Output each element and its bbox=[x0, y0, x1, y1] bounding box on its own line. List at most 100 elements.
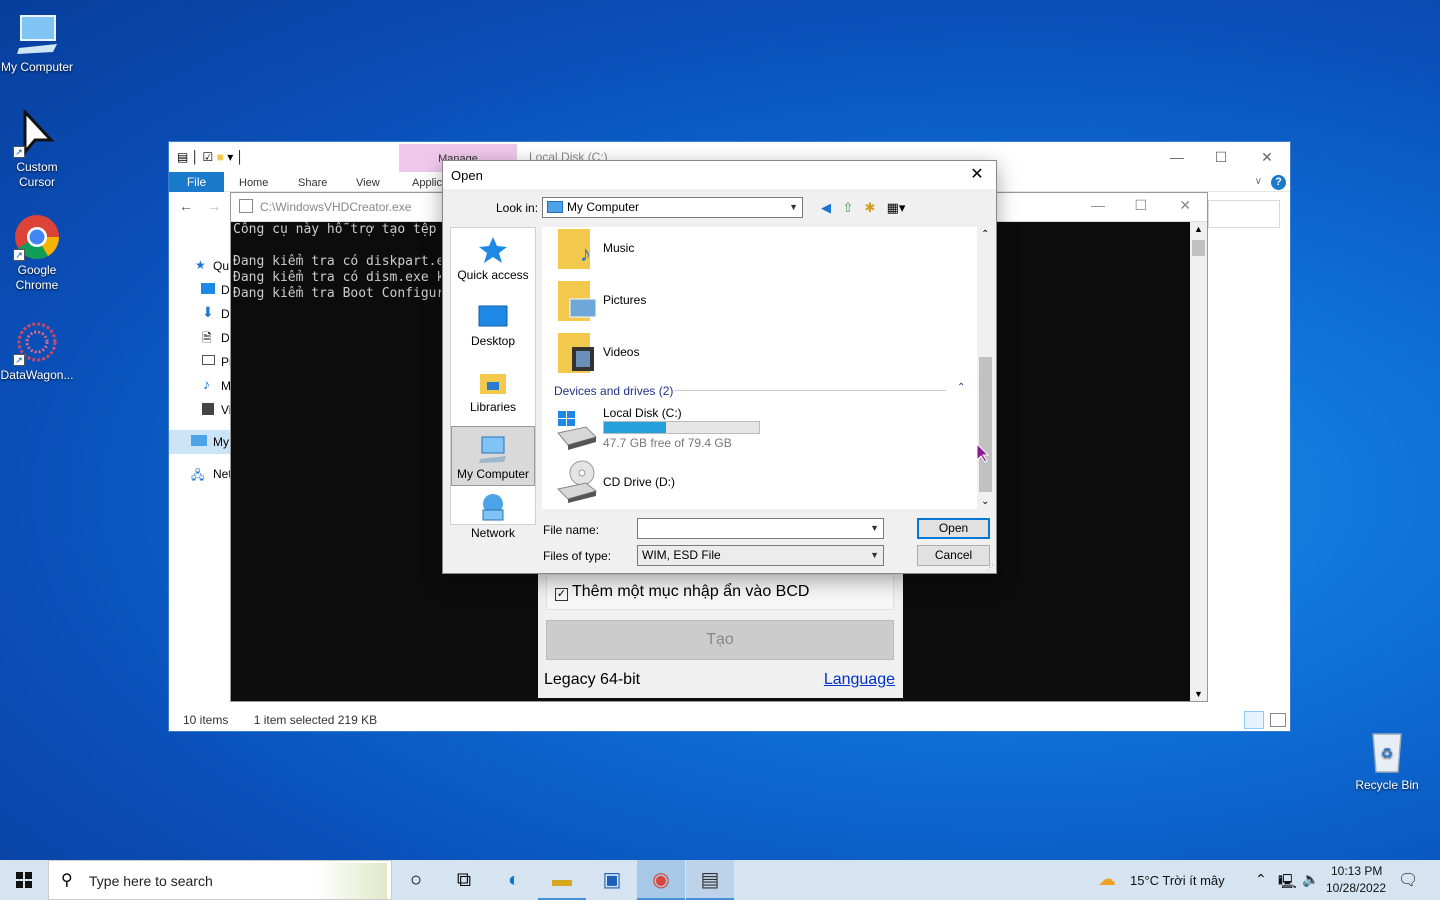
desktop-icon-recycle-bin[interactable]: ♻ Recycle Bin bbox=[1350, 728, 1424, 793]
place-desktop[interactable]: Desktop bbox=[451, 300, 535, 360]
cortana-icon[interactable]: ○ bbox=[392, 860, 440, 900]
file-type-dropdown[interactable]: WIM, ESD File ▼ bbox=[637, 545, 884, 566]
windows-logo-icon bbox=[16, 872, 32, 888]
notification-icon[interactable]: 🗨 bbox=[1398, 870, 1418, 890]
list-item-music[interactable]: ♪ Music bbox=[556, 227, 956, 275]
nav-item-pictures[interactable]: Pi bbox=[169, 350, 232, 374]
search-box[interactable] bbox=[1208, 200, 1280, 228]
desktop-icon-my-computer[interactable]: My Computer bbox=[0, 10, 74, 75]
open-button[interactable]: Open bbox=[917, 518, 990, 539]
nav-item-music[interactable]: ♪ M bbox=[169, 374, 231, 398]
devices-group-header[interactable]: Devices and drives (2) bbox=[554, 384, 673, 398]
cancel-button[interactable]: Cancel bbox=[917, 545, 990, 566]
desktop-icon-google-chrome[interactable]: ↗ Google Chrome bbox=[0, 213, 74, 293]
close-icon[interactable]: ✕ bbox=[1179, 197, 1191, 214]
details-view-icon[interactable] bbox=[1244, 711, 1264, 729]
close-icon[interactable]: ✕ bbox=[1244, 146, 1290, 168]
weather-text[interactable]: 15°C Trời ít mây bbox=[1130, 873, 1225, 888]
task-view-icon[interactable]: ⧉ bbox=[440, 860, 488, 900]
place-libraries[interactable]: Libraries bbox=[451, 366, 535, 426]
place-quick-access[interactable]: Quick access bbox=[451, 234, 535, 294]
scroll-down-icon[interactable]: ⌄ bbox=[981, 496, 989, 507]
chrome-icon[interactable]: ◉ bbox=[637, 860, 685, 900]
file-list-scrollbar[interactable]: ⌃ ⌄ bbox=[977, 227, 994, 509]
music-folder-icon: ♪ bbox=[556, 227, 598, 271]
nav-item-my-computer[interactable]: My bbox=[169, 430, 231, 454]
hidden-bcd-entry-checkbox[interactable]: ✓ Thêm một mục nhập ẩn vào BCD bbox=[546, 574, 894, 610]
desktop-icon-datawagon[interactable]: ↗ DataWagon... bbox=[0, 318, 74, 383]
edge-icon[interactable]: ◐ bbox=[490, 860, 538, 900]
volume-icon[interactable]: 🔈 bbox=[1302, 871, 1319, 888]
store-icon[interactable]: ▣ bbox=[588, 860, 636, 900]
checkbox[interactable]: ✓ bbox=[555, 588, 568, 601]
chevron-up-icon[interactable]: ⌃ bbox=[1255, 871, 1267, 888]
list-item-cd-drive[interactable]: CD Drive (D:) bbox=[556, 459, 956, 507]
taskbar-search[interactable]: ⚲ Type here to search bbox=[48, 860, 392, 900]
scroll-thumb[interactable] bbox=[1192, 240, 1205, 256]
scroll-up-icon[interactable]: ⌃ bbox=[981, 229, 989, 240]
help-icon[interactable]: ? bbox=[1271, 175, 1286, 190]
back-arrow-icon[interactable]: ← bbox=[179, 198, 193, 214]
checkbox-label: Thêm một mục nhập ẩn vào BCD bbox=[572, 583, 810, 600]
nav-item-desktop[interactable]: D bbox=[169, 278, 231, 302]
file-type-label: Files of type: bbox=[543, 549, 612, 563]
back-icon[interactable]: ◀ bbox=[816, 199, 836, 217]
large-icons-view-icon[interactable] bbox=[1270, 713, 1286, 727]
close-icon[interactable]: ✕ bbox=[966, 164, 988, 184]
tab-share[interactable]: Share bbox=[298, 177, 327, 189]
network-status-icon[interactable]: 🖳 bbox=[1278, 871, 1297, 895]
clock-date[interactable]: 10/28/2022 bbox=[1326, 881, 1386, 895]
create-button[interactable]: Tạo bbox=[546, 620, 894, 660]
tab-view[interactable]: View bbox=[356, 177, 380, 189]
look-in-value: My Computer bbox=[567, 200, 640, 214]
file-explorer-icon[interactable]: ▬ bbox=[538, 860, 586, 900]
tab-file[interactable]: File bbox=[169, 172, 224, 192]
computer-icon bbox=[191, 435, 207, 446]
view-menu-icon[interactable]: ▦▾ bbox=[882, 199, 910, 217]
new-folder-icon[interactable]: ✱ bbox=[860, 199, 880, 217]
nav-item-quick-access[interactable]: ★ Qu bbox=[169, 254, 231, 278]
computer-icon bbox=[477, 433, 509, 465]
scroll-up-icon[interactable]: ▲ bbox=[1194, 224, 1203, 234]
up-folder-icon[interactable]: ⇧ bbox=[838, 199, 858, 217]
weather-icon[interactable]: ☁ bbox=[1098, 869, 1116, 890]
recycle-bin-icon: ♻ bbox=[1363, 728, 1411, 776]
disk-usage-bar bbox=[603, 421, 760, 434]
nav-item-downloads[interactable]: ⬇ D bbox=[169, 302, 231, 326]
desktop-icon-label: DataWagon... bbox=[0, 368, 74, 382]
datawagon-icon: ↗ bbox=[13, 318, 61, 366]
nav-item-documents[interactable]: 🗎 D bbox=[169, 326, 231, 350]
quick-access-toolbar-icon[interactable]: ▤ │ ☑ ■ ▾ │ bbox=[177, 150, 244, 164]
maximize-icon[interactable]: ☐ bbox=[1198, 146, 1244, 168]
maximize-icon[interactable]: ☐ bbox=[1134, 197, 1147, 214]
collapse-chevron-icon[interactable]: ⌃ bbox=[957, 382, 965, 393]
file-name-input[interactable]: ▼ bbox=[637, 518, 884, 539]
place-network[interactable]: Network bbox=[451, 492, 535, 552]
libraries-icon bbox=[477, 366, 509, 398]
chevron-down-icon[interactable]: ▼ bbox=[870, 519, 879, 538]
cursor-icon: ↗ bbox=[13, 108, 61, 158]
desktop-icon-custom-cursor[interactable]: ↗ Custom Cursor bbox=[0, 108, 74, 190]
place-my-computer[interactable]: My Computer bbox=[451, 426, 535, 486]
minimize-icon[interactable]: — bbox=[1091, 197, 1105, 213]
list-item-videos[interactable]: Videos bbox=[556, 331, 956, 379]
resize-grip-icon[interactable]: ⋰ bbox=[986, 563, 994, 572]
language-link[interactable]: Language bbox=[824, 671, 895, 689]
scroll-down-icon[interactable]: ▼ bbox=[1194, 689, 1203, 699]
search-icon: ⚲ bbox=[61, 872, 73, 889]
console-scrollbar[interactable]: ▲ ▼ bbox=[1190, 222, 1207, 701]
clock-time[interactable]: 10:13 PM bbox=[1331, 864, 1382, 878]
start-button[interactable] bbox=[0, 860, 48, 900]
console-app-icon[interactable]: ▤ bbox=[686, 860, 734, 900]
look-in-dropdown[interactable]: My Computer ▼ bbox=[542, 197, 803, 218]
tab-home[interactable]: Home bbox=[239, 177, 268, 189]
scroll-thumb[interactable] bbox=[979, 357, 992, 492]
star-icon: ★ bbox=[195, 258, 206, 272]
nav-item-network[interactable]: 🖧 Net bbox=[169, 462, 232, 486]
nav-item-videos[interactable]: Vi bbox=[169, 398, 231, 422]
chevron-down-icon[interactable]: ∨ bbox=[1255, 176, 1262, 187]
tab-application[interactable]: Applic bbox=[412, 177, 442, 189]
list-item-pictures[interactable]: Pictures bbox=[556, 279, 956, 327]
minimize-icon[interactable]: — bbox=[1154, 146, 1200, 168]
forward-arrow-icon[interactable]: → bbox=[207, 198, 221, 214]
